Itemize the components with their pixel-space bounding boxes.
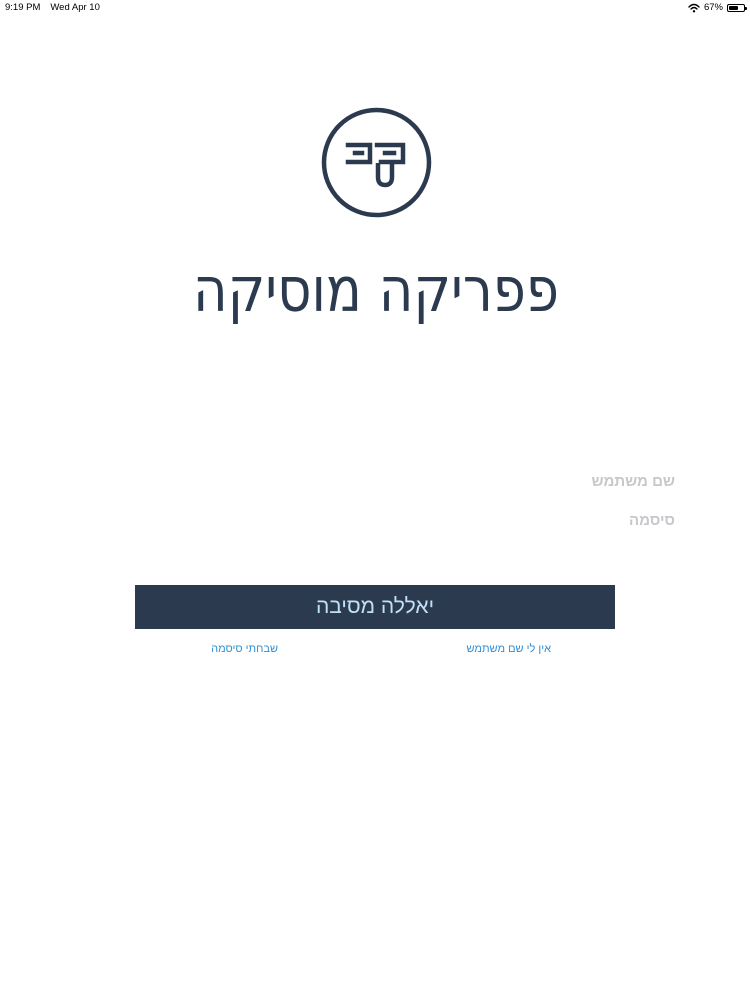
wifi-icon	[688, 3, 700, 12]
status-date: Wed Apr 10	[50, 2, 100, 13]
brand-wordmark-text: פפריקה מוסיקה	[193, 255, 559, 325]
login-button[interactable]: יאללה מסיבה	[135, 585, 615, 629]
battery-fill	[729, 5, 738, 10]
battery-tip	[745, 6, 747, 10]
status-right: 67%	[688, 2, 747, 13]
no-username-link[interactable]: אין לי שם משתמש	[466, 643, 551, 655]
forgot-password-link[interactable]: שבחתי סיסמה	[211, 643, 278, 655]
brand-wordmark: פפריקה מוסיקה	[193, 255, 559, 325]
status-time: 9:19 PM	[5, 2, 41, 13]
username-input[interactable]	[140, 467, 675, 495]
paprika-logo-icon	[321, 107, 432, 218]
battery-percent: 67%	[703, 2, 723, 13]
battery-icon	[727, 3, 747, 12]
password-input[interactable]	[140, 506, 675, 534]
status-left: 9:19 PM Wed Apr 10	[5, 2, 100, 13]
status-bar: 9:19 PM Wed Apr 10 67%	[0, 0, 750, 16]
